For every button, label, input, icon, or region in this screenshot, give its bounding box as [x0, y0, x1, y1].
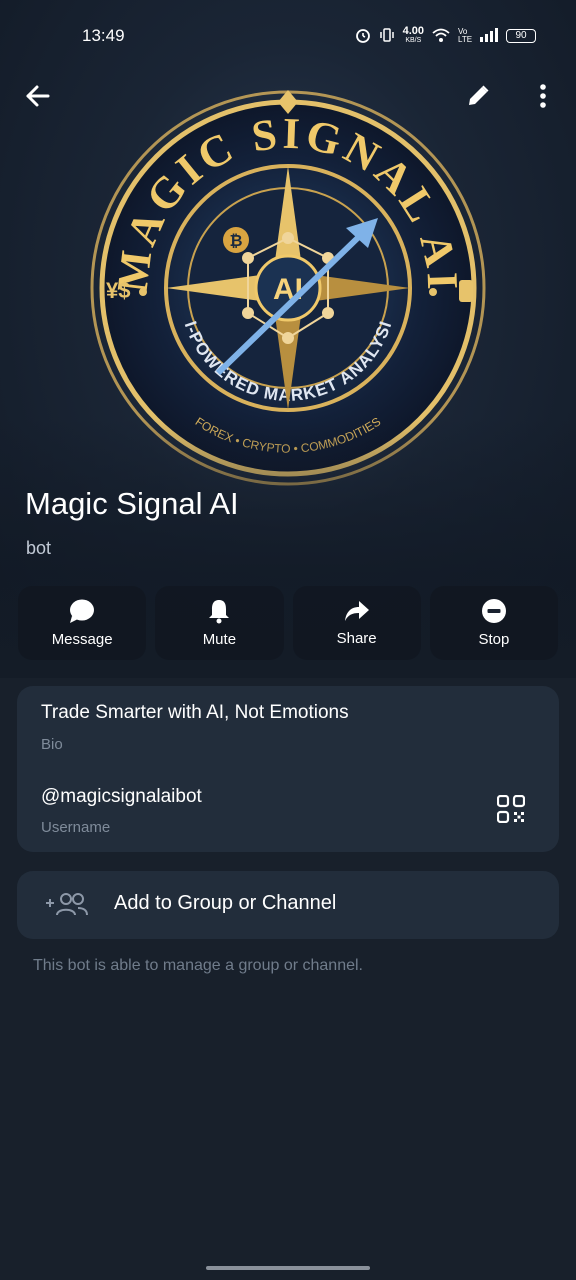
share-button[interactable]: Share [292, 586, 421, 660]
share-label: Share [336, 630, 377, 647]
svg-text:₿: ₿ [229, 232, 242, 250]
network-unit: KB/S [405, 37, 422, 44]
message-label: Message [51, 631, 113, 648]
status-icons: 4.00 KB/S Vo LTE 90 [355, 25, 536, 46]
stop-label: Stop [478, 631, 510, 648]
stop-circle-icon [481, 599, 506, 623]
profile-name: Magic Signal AI [25, 486, 239, 521]
bell-icon [209, 600, 230, 624]
profile-subtitle: bot [26, 538, 52, 558]
alarm-icon [355, 27, 371, 46]
bot-permission-hint: This bot is able to manage a group or ch… [33, 957, 363, 974]
bio-text[interactable]: Trade Smarter with AI, Not Emotions [41, 702, 349, 724]
share-arrow-icon [344, 601, 369, 621]
battery-icon: 90 [506, 29, 536, 43]
home-indicator[interactable] [206, 1266, 370, 1270]
username-label: Username [41, 819, 111, 836]
arrow-left-icon [26, 85, 50, 107]
mute-label: Mute [202, 631, 237, 648]
more-options-button[interactable] [521, 74, 565, 118]
vibrate-icon [379, 27, 395, 46]
status-bar: 13:49 4.00 KB/S Vo LTE 90 [0, 0, 576, 72]
edit-button[interactable] [456, 74, 500, 118]
stop-button[interactable]: Stop [429, 586, 558, 660]
logo-center-text: AI [273, 273, 303, 306]
network-speed: 4.00 [402, 25, 424, 37]
pencil-icon [469, 85, 489, 105]
chat-bubble-icon [70, 599, 95, 623]
wifi-icon [432, 27, 450, 46]
logo-left-symbol: ¥$ [106, 278, 130, 303]
info-card: Trade Smarter with AI, Not Emotions Bio … [17, 686, 559, 852]
username-text[interactable]: @magicsignalaibot [41, 786, 202, 808]
qr-code-icon[interactable] [497, 795, 525, 823]
add-to-group-label: Add to Group or Channel [114, 892, 337, 914]
network-type: Vo LTE [458, 27, 473, 44]
action-buttons: Message Mute Share Stop [18, 586, 558, 660]
bio-label: Bio [41, 736, 63, 753]
status-time: 13:49 [82, 26, 125, 45]
signal-icon [480, 27, 498, 45]
more-vertical-icon [540, 84, 546, 108]
back-button[interactable] [16, 74, 60, 118]
add-users-icon [46, 893, 88, 916]
mute-button[interactable]: Mute [155, 586, 284, 660]
add-to-group-button[interactable]: Add to Group or Channel [17, 871, 559, 939]
message-button[interactable]: Message [18, 586, 147, 660]
